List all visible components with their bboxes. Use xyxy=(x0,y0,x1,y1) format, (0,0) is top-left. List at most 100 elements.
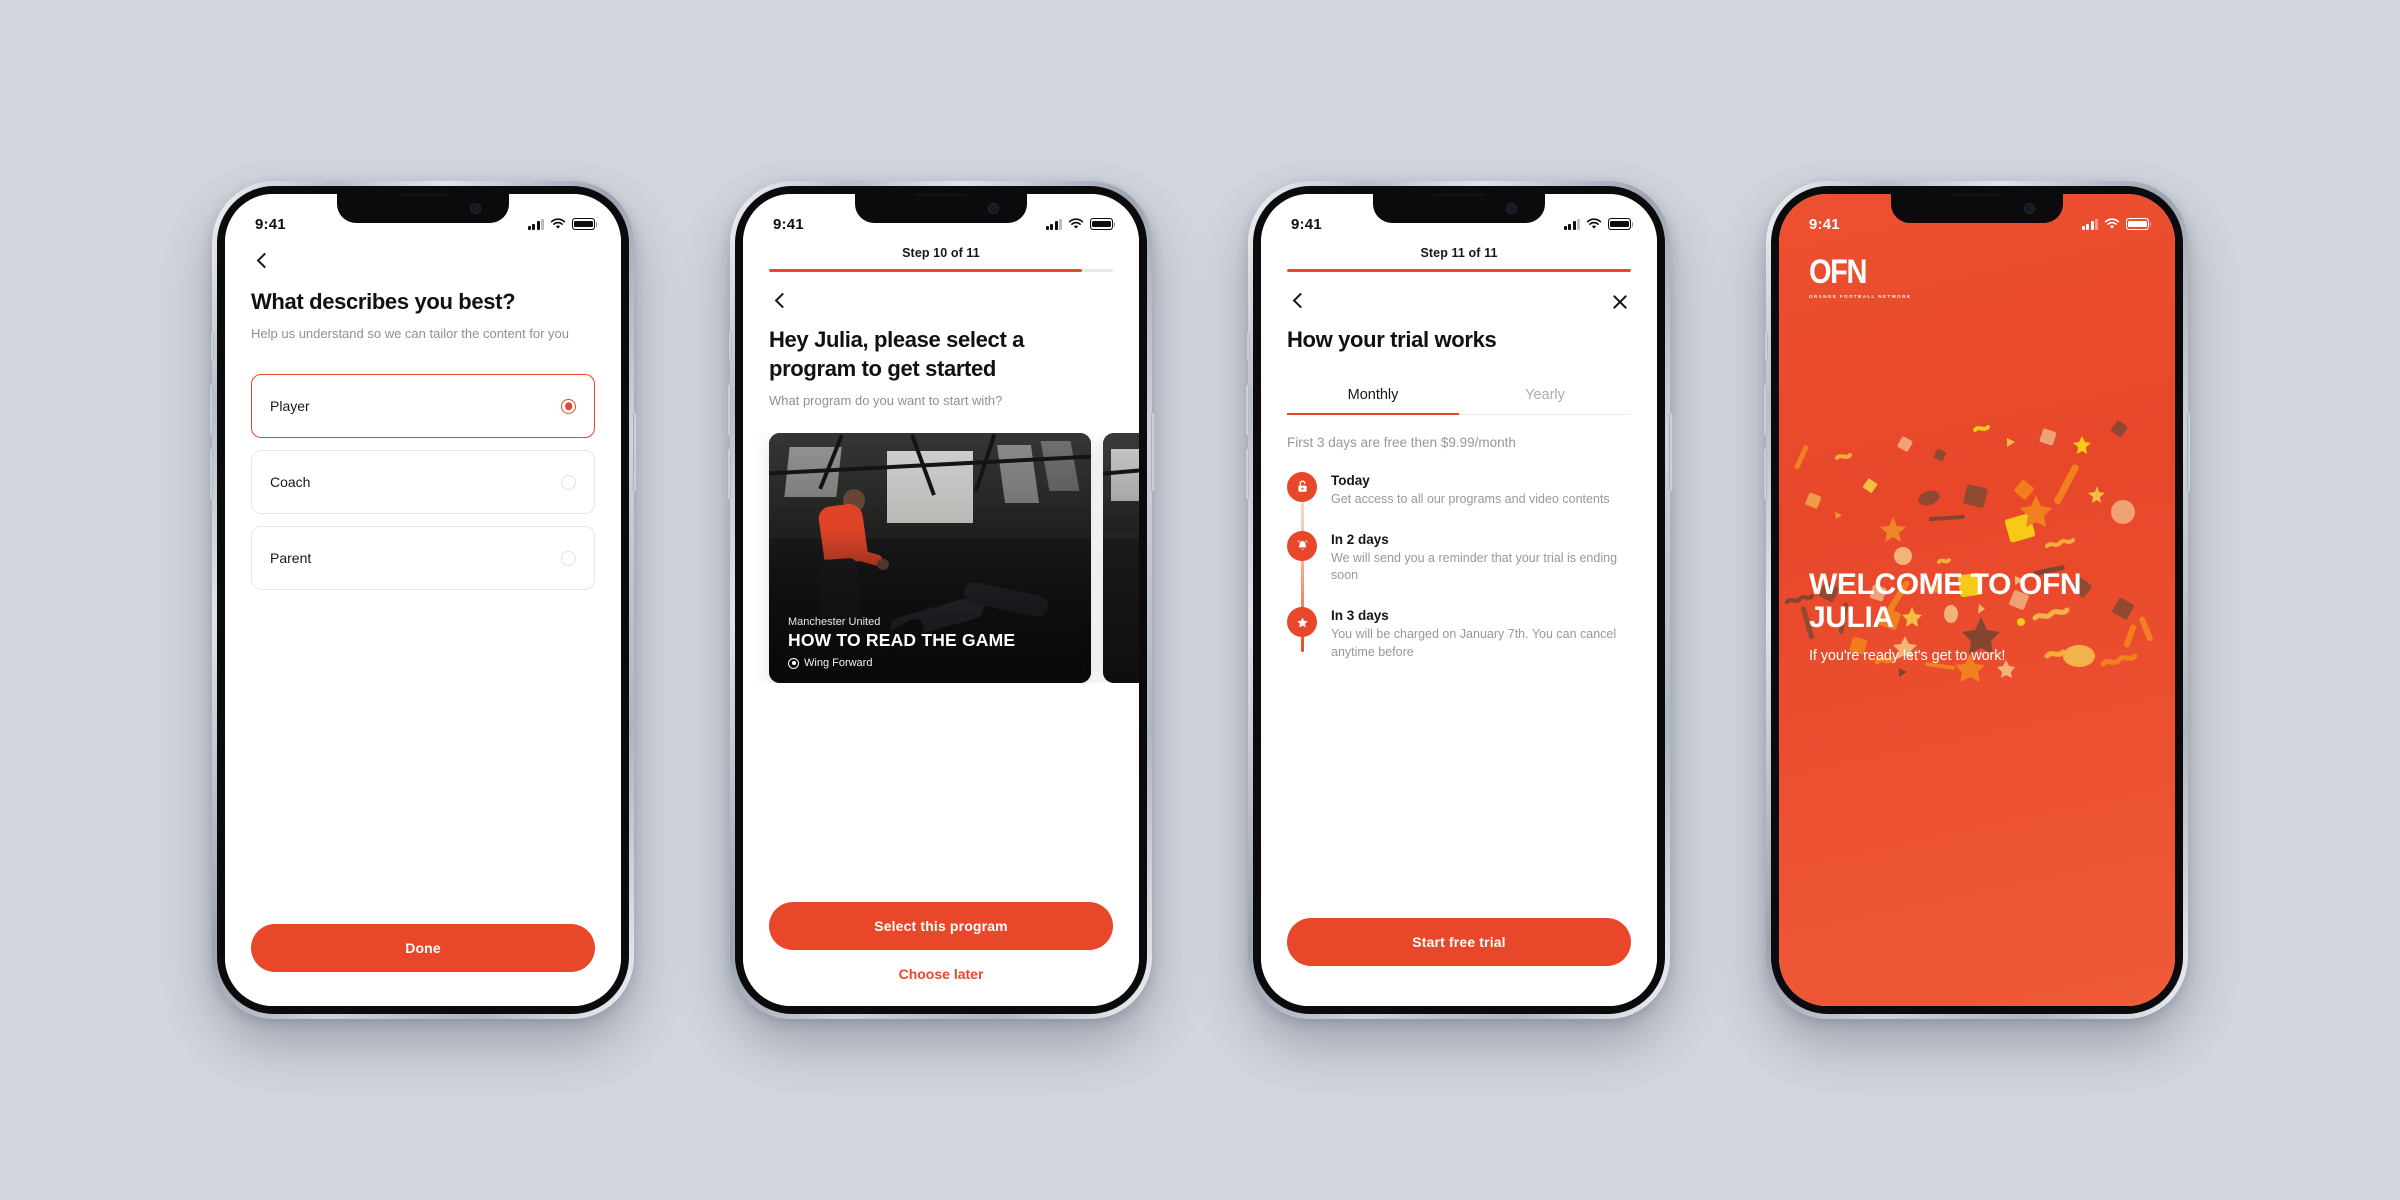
bell-icon xyxy=(1287,530,1317,561)
earpiece-speaker xyxy=(397,194,449,196)
app-program-selection: Step 10 of 11 Hey Julia, please select a… xyxy=(743,194,1139,1006)
carousel-track: Manchester United HOW TO READ THE GAME W… xyxy=(743,433,1139,684)
done-button[interactable]: Done xyxy=(251,924,595,972)
chevron-left-icon[interactable] xyxy=(251,250,273,272)
timeline-text: In 2 days We will send you a reminder th… xyxy=(1331,531,1631,586)
radio-button[interactable] xyxy=(561,474,576,490)
device-notch xyxy=(337,194,509,223)
unlock-icon xyxy=(1287,471,1317,502)
timeline-text: In 3 days You will be charged on January… xyxy=(1331,607,1631,662)
device-program-selection: 9:41 Step 10 of 11 Hey Julia, please sel… xyxy=(727,181,1155,1019)
step-label: Step 11 of 11 xyxy=(1420,246,1498,260)
tab-monthly[interactable]: Monthly xyxy=(1287,377,1459,415)
power-button[interactable] xyxy=(1669,413,1673,491)
front-camera-icon xyxy=(1506,203,1517,214)
device-trial-details: 9:41 Step 11 of 11 How your trial works … xyxy=(1245,181,1673,1019)
volume-up-button[interactable] xyxy=(1763,385,1767,435)
volume-down-button[interactable] xyxy=(209,449,213,499)
role-option-coach[interactable]: Coach xyxy=(251,450,595,515)
program-photo xyxy=(1103,433,1139,684)
target-icon xyxy=(788,657,799,669)
timeline-desc: You will be charged on January 7th. You … xyxy=(1331,627,1617,659)
device-notch xyxy=(1891,194,2063,223)
program-card[interactable]: Manchester United HOW TO READ THE GAME W… xyxy=(769,433,1091,684)
role-option-list: Player Coach Parent xyxy=(251,374,595,591)
device-screen: 9:41 What describes you best? Help us un… xyxy=(225,194,621,1006)
welcome-subline: If you're ready let's get to work! xyxy=(1809,647,2006,664)
radio-button-selected[interactable] xyxy=(561,398,576,414)
price-note: First 3 days are free then $9.99/month xyxy=(1287,434,1516,450)
page-title: How your trial works xyxy=(1287,327,1497,353)
silent-switch[interactable] xyxy=(728,333,732,359)
flex-spacer xyxy=(225,590,621,924)
choose-later-button[interactable]: Choose later xyxy=(769,950,1113,982)
footer-actions: Done xyxy=(225,924,621,1006)
role-option-player[interactable]: Player xyxy=(251,374,595,439)
volume-up-button[interactable] xyxy=(727,385,731,435)
page-title: What describes you best? xyxy=(251,289,516,314)
timeline-title: Today xyxy=(1331,472,1370,488)
flex-spacer xyxy=(743,683,1139,902)
phone-mockup-stage: 9:41 What describes you best? Help us un… xyxy=(0,0,2400,1200)
program-carousel[interactable]: Manchester United HOW TO READ THE GAME W… xyxy=(743,433,1139,684)
timeline-item-today: Today Get access to all our programs and… xyxy=(1287,471,1631,509)
silent-switch[interactable] xyxy=(1764,333,1768,359)
close-icon[interactable] xyxy=(1609,290,1631,312)
app-welcome: 9:41 OFN ORANGE FOOTBALL NETWORK WELCOME… xyxy=(1779,194,2175,1006)
chevron-left-icon[interactable] xyxy=(1287,290,1309,312)
device-screen: 9:41 Step 10 of 11 Hey Julia, please sel… xyxy=(743,194,1139,1006)
power-button[interactable] xyxy=(1151,413,1155,491)
chevron-left-icon[interactable] xyxy=(769,290,791,312)
device-welcome: 9:41 OFN ORANGE FOOTBALL NETWORK WELCOME… xyxy=(1763,181,2191,1019)
silent-switch[interactable] xyxy=(210,333,214,359)
flex-spacer xyxy=(1261,662,1657,918)
nav-bar xyxy=(743,272,1139,312)
footer-actions: Start free trial xyxy=(1261,918,1657,1006)
timeline-desc: Get access to all our programs and video… xyxy=(1331,491,1610,506)
earpiece-speaker xyxy=(1433,194,1485,196)
timeline-desc: We will send you a reminder that your tr… xyxy=(1331,550,1618,583)
device-screen: 9:41 OFN ORANGE FOOTBALL NETWORK WELCOME… xyxy=(1779,194,2175,1006)
volume-down-button[interactable] xyxy=(1245,449,1249,499)
role-option-label: Player xyxy=(270,398,310,415)
trial-timeline: Today Get access to all our programs and… xyxy=(1287,471,1631,662)
front-camera-icon xyxy=(470,203,481,214)
earpiece-speaker xyxy=(1951,194,2003,196)
program-title: HOW TO READ THE GAME xyxy=(788,630,1016,651)
content: What describes you best? Help us underst… xyxy=(225,272,621,591)
role-option-parent[interactable]: Parent xyxy=(251,526,595,591)
ofn-logo: OFN ORANGE FOOTBALL NETWORK xyxy=(1809,255,1911,299)
role-option-label: Coach xyxy=(270,474,311,491)
power-button[interactable] xyxy=(2187,413,2191,491)
power-button[interactable] xyxy=(633,413,637,491)
front-camera-icon xyxy=(2024,203,2035,214)
device-notch xyxy=(1373,194,1545,223)
content: Hey Julia, please select a program to ge… xyxy=(743,312,1139,411)
content: How your trial works Monthly Yearly Firs… xyxy=(1261,312,1657,661)
radio-button[interactable] xyxy=(561,550,576,566)
start-free-trial-button[interactable]: Start free trial xyxy=(1287,918,1631,966)
program-card-next[interactable] xyxy=(1103,433,1139,684)
step-label: Step 10 of 11 xyxy=(902,246,980,260)
tab-yearly[interactable]: Yearly xyxy=(1459,377,1631,414)
silent-switch[interactable] xyxy=(1246,333,1250,359)
select-program-button[interactable]: Select this program xyxy=(769,902,1113,950)
earpiece-speaker xyxy=(915,194,967,196)
program-card-meta: Manchester United HOW TO READ THE GAME W… xyxy=(788,616,1075,669)
role-option-label: Parent xyxy=(270,550,312,567)
volume-up-button[interactable] xyxy=(1245,385,1249,435)
billing-period-tabs: Monthly Yearly xyxy=(1287,377,1631,415)
welcome-text-block: WELCOME TO OFN JULIA If you're ready let… xyxy=(1809,568,2149,664)
photo-floor xyxy=(1103,538,1139,684)
device-role-selection: 9:41 What describes you best? Help us un… xyxy=(209,181,637,1019)
page-title: Hey Julia, please select a program to ge… xyxy=(769,327,1025,381)
footer-actions: Select this program Choose later xyxy=(743,902,1139,1006)
program-club: Manchester United xyxy=(788,616,881,629)
timeline-item-in-2-days: In 2 days We will send you a reminder th… xyxy=(1287,530,1631,586)
volume-down-button[interactable] xyxy=(1763,449,1767,499)
volume-up-button[interactable] xyxy=(209,385,213,435)
program-position-label: Wing Forward xyxy=(804,657,873,670)
page-subtitle: Help us understand so we can tailor the … xyxy=(251,326,569,342)
volume-down-button[interactable] xyxy=(727,449,731,499)
timeline-text: Today Get access to all our programs and… xyxy=(1331,472,1610,509)
